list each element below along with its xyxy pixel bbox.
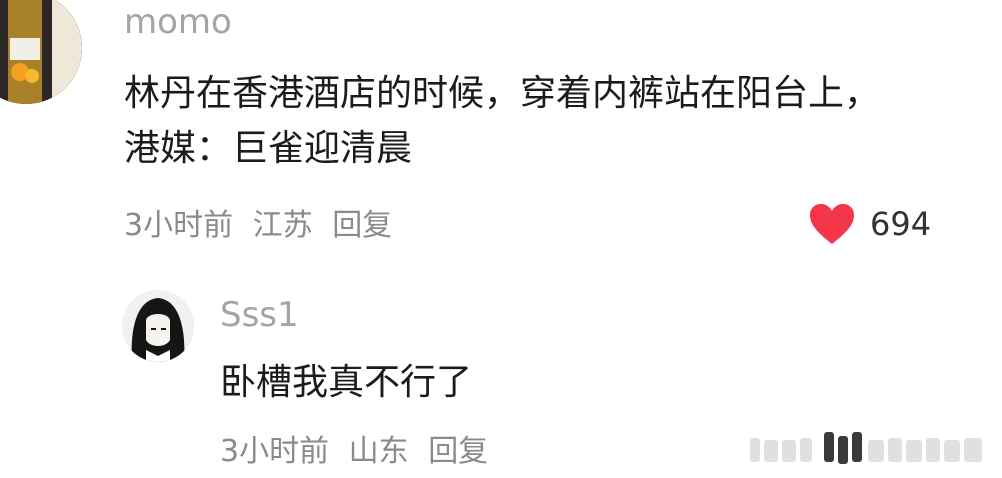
comment-meta: 3小时前 山东 回复 [220,426,498,470]
username[interactable]: Sss1 [220,295,299,335]
comment-line: 港媒：巨雀迎清晨 [124,128,413,169]
avatar[interactable] [122,290,194,362]
reply-button[interactable]: 回复 [428,434,488,469]
comment-line: 林丹在香港酒店的时候，穿着内裤站在阳台上， [124,73,881,114]
comment-line: 卧槽我真不行了 [220,362,473,403]
watermark-logo-icon [750,432,982,464]
avatar[interactable] [0,0,82,104]
timestamp: 3小时前 [124,208,234,243]
timestamp: 3小时前 [220,434,330,469]
comment-text: 林丹在香港酒店的时候，穿着内裤站在阳台上， 港媒：巨雀迎清晨 [124,66,880,176]
comment-text: 卧槽我真不行了 [220,355,472,410]
like-button[interactable]: 694 [808,202,931,246]
reply-button[interactable]: 回复 [332,208,392,243]
comment-meta: 3小时前 江苏 回复 [124,200,402,244]
username[interactable]: momo [124,2,232,42]
anime-girl-avatar-icon [122,290,194,362]
bottle-photo-icon [0,0,82,104]
location: 山东 [348,434,409,469]
heart-icon [810,204,854,244]
location: 江苏 [252,208,313,243]
like-count: 694 [870,205,932,243]
